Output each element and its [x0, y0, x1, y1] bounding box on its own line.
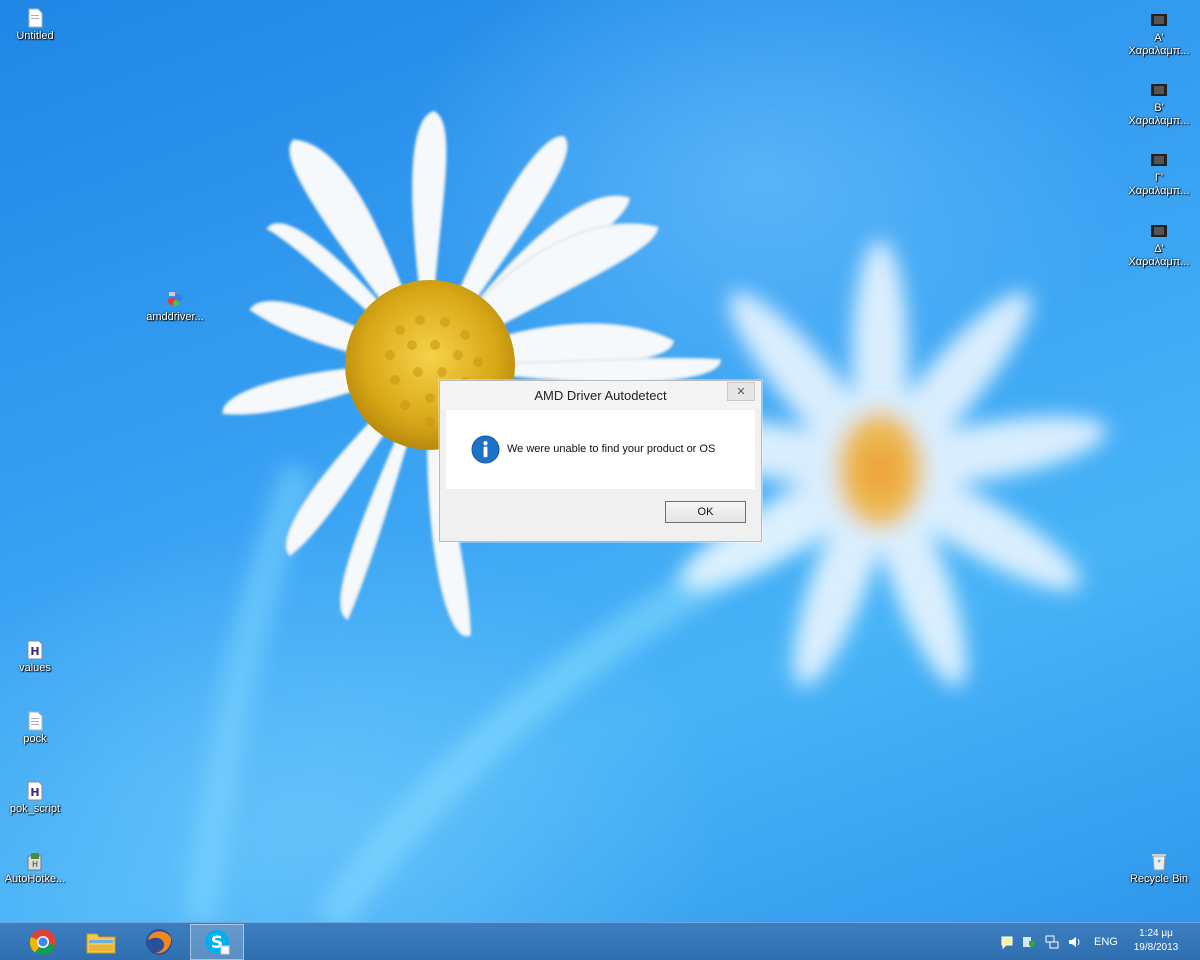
close-icon: ✕	[736, 385, 746, 398]
desktop-icon-label: Α'	[1154, 32, 1164, 44]
svg-text:H: H	[32, 860, 38, 869]
autohotkey-icon: H	[27, 853, 42, 871]
desktop-icon-label: Β'	[1154, 102, 1164, 114]
ok-button[interactable]: OK	[665, 501, 746, 523]
svg-text:H: H	[30, 645, 39, 658]
chrome-icon	[29, 929, 56, 956]
video-file-icon	[1151, 225, 1167, 237]
desktop-icon-values[interactable]: H values	[0, 640, 73, 675]
desktop-icon-recycle-bin[interactable]: Recycle Bin	[1121, 851, 1197, 886]
desktop-icon-pock[interactable]: pock	[0, 711, 73, 746]
desktop-icon-pok-script[interactable]: H pok_script	[0, 781, 73, 816]
desktop-icon-video-b[interactable]: Β' Χαραλαμπ...	[1121, 80, 1197, 128]
desktop-icon-autohotkey[interactable]: H AutoHotke...	[0, 851, 73, 886]
desktop-icon-label: Δ'	[1154, 243, 1164, 255]
desktop-icon-video-d[interactable]: Δ' Χαραλαμπ...	[1121, 221, 1197, 269]
dialog-content: We were unable to find your product or O…	[446, 410, 755, 489]
volume-icon[interactable]	[1068, 935, 1082, 949]
desktop-icon-label: Χαραλαμπ...	[1128, 256, 1190, 268]
skype-icon: S	[205, 930, 230, 955]
desktop-icon-label: values	[19, 662, 51, 674]
ahk-script-icon: H	[27, 781, 43, 801]
document-icon	[28, 8, 43, 28]
information-icon	[471, 435, 500, 464]
document-icon	[28, 711, 43, 731]
amd-autodetect-dialog: AMD Driver Autodetect ✕ We were unable t…	[439, 380, 762, 542]
clock-time: 1:24 μμ	[1139, 928, 1173, 939]
firefox-icon	[146, 929, 172, 955]
desktop-icon-label: pock	[23, 733, 47, 745]
desktop-icon-label: Untitled	[16, 30, 54, 42]
input-language-indicator[interactable]: ENG	[1094, 936, 1118, 948]
desktop: Untitled amddriver... H values pock H po…	[0, 0, 1200, 922]
desktop-icon-label: AutoHotke...	[4, 873, 66, 885]
taskbar-button-skype[interactable]: S	[190, 924, 244, 960]
security-icon[interactable]	[1022, 935, 1036, 949]
folder-icon	[86, 933, 116, 954]
desktop-icon-label: pok_script	[9, 803, 61, 815]
network-icon[interactable]	[1045, 935, 1059, 949]
action-center-icon[interactable]	[1000, 935, 1014, 949]
desktop-icon-video-a[interactable]: Α' Χαραλαμπ...	[1121, 10, 1197, 58]
ahk-script-icon: H	[27, 640, 43, 660]
dialog-message: We were unable to find your product or O…	[507, 443, 716, 455]
dialog-title: AMD Driver Autodetect	[534, 388, 667, 403]
desktop-icon-label: amddriver...	[146, 311, 204, 323]
svg-text:H: H	[30, 786, 39, 799]
desktop-icon-label: Χαραλαμπ...	[1128, 185, 1190, 197]
video-file-icon	[1151, 14, 1167, 26]
video-file-icon	[1151, 84, 1167, 96]
desktop-icon-video-c[interactable]: Γ' Χαραλαμπ...	[1121, 150, 1197, 198]
recycle-bin-icon	[1152, 854, 1166, 871]
desktop-icon-label: Recycle Bin	[1129, 873, 1189, 885]
system-clock[interactable]: 1:24 μμ 19/8/2013	[1126, 927, 1186, 955]
taskbar-button-file-explorer[interactable]	[74, 924, 128, 960]
desktop-icon-untitled[interactable]: Untitled	[0, 8, 73, 43]
dialog-titlebar[interactable]: AMD Driver Autodetect ✕	[440, 381, 761, 409]
desktop-icon-label: Χαραλαμπ...	[1128, 45, 1190, 57]
amd-installer-icon	[168, 292, 182, 306]
taskbar-button-firefox[interactable]	[132, 924, 186, 960]
dialog-footer: OK	[446, 489, 755, 536]
taskbar-button-chrome[interactable]	[16, 924, 70, 960]
taskbar: S ENG 1:24 μμ 19/8/2013	[0, 922, 1200, 960]
video-file-icon	[1151, 154, 1167, 166]
desktop-icon-label: Χαραλαμπ...	[1128, 115, 1190, 127]
close-button[interactable]: ✕	[727, 382, 755, 401]
desktop-icon-label: Γ'	[1154, 172, 1164, 184]
desktop-icon-amddriver[interactable]: amddriver...	[137, 289, 213, 324]
clock-date: 19/8/2013	[1133, 942, 1179, 953]
